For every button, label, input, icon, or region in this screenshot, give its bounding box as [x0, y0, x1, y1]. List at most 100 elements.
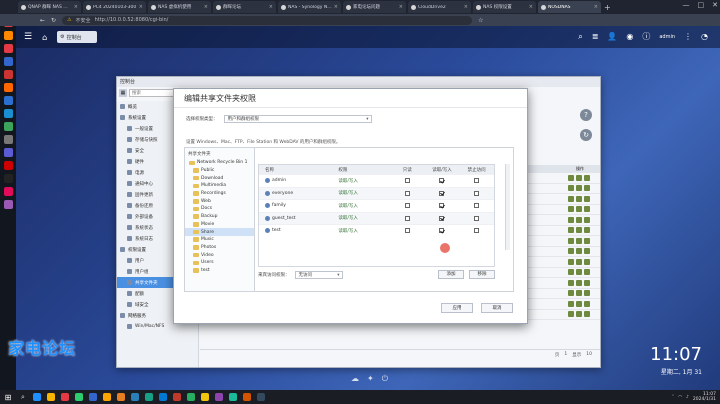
taskbar-app-icon[interactable] — [44, 390, 58, 404]
permission-icon[interactable] — [576, 216, 582, 223]
sidebar-app-icon[interactable] — [3, 161, 13, 170]
permission-icon[interactable] — [576, 227, 582, 234]
permission-row[interactable]: admin 读取/写入 — [259, 174, 494, 187]
edit-icon[interactable] — [568, 258, 574, 265]
refresh-icon[interactable] — [584, 290, 590, 297]
read-write-checkbox[interactable] — [439, 215, 445, 221]
browser-tab[interactable]: CloudDrive2 × — [408, 1, 471, 13]
more-icon[interactable]: ⋮ — [684, 32, 692, 41]
permission-icon[interactable] — [576, 279, 582, 286]
refresh-icon[interactable] — [584, 258, 590, 265]
browser-tab[interactable]: QNAP 群晖 NAS 教程 × — [18, 1, 81, 13]
tree-node[interactable]: Public — [185, 167, 254, 175]
tree-node[interactable]: Music — [185, 236, 254, 244]
browser-tab[interactable]: NAS 权限设置 × — [473, 1, 536, 13]
tree-node[interactable]: Movie — [185, 221, 254, 229]
help-icon[interactable]: ? — [580, 109, 592, 121]
read-only-checkbox[interactable] — [404, 228, 410, 234]
read-write-checkbox[interactable] — [439, 178, 445, 184]
permission-row[interactable]: guest_test 读取/写入 — [259, 211, 494, 224]
tree-node[interactable]: Users — [185, 259, 254, 267]
guest-access-select[interactable]: 无访问 ▾ — [294, 270, 343, 279]
badge-icon[interactable]: ◉ — [626, 32, 633, 41]
permission-icon[interactable] — [576, 290, 582, 297]
refresh-icon[interactable] — [584, 300, 590, 307]
edit-icon[interactable] — [568, 311, 574, 318]
edit-icon[interactable] — [568, 227, 574, 234]
refresh-icon[interactable] — [584, 185, 590, 192]
search-icon[interactable]: ⌕ — [578, 32, 582, 42]
permission-icon[interactable] — [576, 185, 582, 192]
refresh-icon[interactable] — [584, 311, 590, 318]
tree-node[interactable]: Multimedia — [185, 182, 254, 190]
taskbar-app-icon[interactable] — [184, 390, 198, 404]
permission-type-select[interactable]: 用户和群组权限 ▾ — [223, 115, 372, 123]
close-tab-icon[interactable]: × — [139, 4, 143, 10]
refresh-icon[interactable] — [584, 227, 590, 234]
info-icon[interactable]: ⓘ — [642, 31, 650, 42]
home-icon[interactable]: ⌂ — [42, 33, 47, 42]
sidebar-app-icon[interactable] — [3, 57, 13, 66]
star-icon[interactable]: ☆ — [478, 17, 483, 24]
close-tab-icon[interactable]: × — [464, 4, 468, 10]
permission-row[interactable]: test 读取/写入 — [259, 224, 494, 237]
close-tab-icon[interactable]: × — [204, 4, 208, 10]
edit-icon[interactable] — [568, 300, 574, 307]
menu-icon[interactable]: ☰ — [24, 32, 32, 42]
deny-checkbox[interactable] — [474, 228, 480, 234]
power-icon[interactable]: ⏻ — [382, 374, 388, 384]
refresh-icon[interactable] — [584, 248, 590, 255]
page-number[interactable]: 1 — [564, 352, 567, 357]
edit-icon[interactable] — [568, 206, 574, 213]
add-button[interactable]: 添加 — [438, 270, 464, 279]
sidebar-app-icon[interactable] — [3, 109, 13, 118]
deny-checkbox[interactable] — [474, 190, 480, 196]
permission-icon[interactable] — [576, 300, 582, 307]
remove-button[interactable]: 移除 — [469, 270, 495, 279]
read-only-checkbox[interactable] — [404, 178, 410, 184]
read-only-checkbox[interactable] — [404, 190, 410, 196]
grid-icon[interactable]: ▦ — [119, 89, 127, 97]
tree-node[interactable]: Recordings — [185, 190, 254, 198]
permission-row[interactable]: everyone 读取/写入 — [259, 186, 494, 199]
read-only-checkbox[interactable] — [404, 215, 410, 221]
read-write-checkbox[interactable] — [439, 190, 445, 196]
windows-start-icon[interactable]: ⊞ — [0, 390, 16, 404]
read-write-checkbox[interactable] — [439, 203, 445, 209]
url-field[interactable]: ⚠ 不安全 http://10.0.0.52:8080/cgi-bin/ — [62, 15, 473, 25]
taskbar-app-icon[interactable] — [128, 390, 142, 404]
permission-icon[interactable] — [576, 248, 582, 255]
taskbar-search-icon[interactable]: ⌕ — [16, 390, 30, 404]
edit-icon[interactable] — [568, 185, 574, 192]
edit-icon[interactable] — [568, 248, 574, 255]
taskbar-app-icon[interactable] — [156, 390, 170, 404]
close-window-button[interactable]: ✕ — [712, 1, 718, 9]
refresh-icon[interactable] — [584, 237, 590, 244]
chevron-up-icon[interactable]: ˄ — [672, 395, 674, 400]
user-name[interactable]: admin — [659, 34, 675, 40]
sidebar-app-icon[interactable] — [3, 31, 13, 40]
permission-icon[interactable] — [576, 206, 582, 213]
browser-tab[interactable]: NAS 虚拟机使用 × — [148, 1, 211, 13]
volume-icon[interactable]: ♪ — [686, 395, 689, 400]
read-write-checkbox[interactable] — [439, 228, 445, 234]
col-deny[interactable]: 禁止访问 — [459, 167, 494, 173]
sidebar-app-icon[interactable] — [3, 70, 13, 79]
new-tab-button[interactable]: + — [604, 3, 611, 12]
cancel-button[interactable]: 取消 — [481, 303, 513, 313]
deny-checkbox[interactable] — [474, 178, 480, 184]
cloud-icon[interactable]: ☁ — [351, 374, 359, 384]
browser-tab[interactable]: NOSDNAS × — [538, 1, 601, 13]
close-tab-icon[interactable]: × — [269, 4, 273, 10]
deny-checkbox[interactable] — [474, 203, 480, 209]
taskbar-app-icon[interactable] — [198, 390, 212, 404]
permission-icon[interactable] — [576, 311, 582, 318]
reload-icon[interactable]: ↻ — [51, 17, 56, 24]
tools-icon[interactable]: ✦ — [367, 374, 374, 384]
permission-icon[interactable] — [576, 237, 582, 244]
sidebar-app-icon[interactable] — [3, 96, 13, 105]
sidebar-app-icon[interactable] — [3, 83, 13, 92]
taskbar-app-icon[interactable] — [212, 390, 226, 404]
refresh-icon[interactable]: ↻ — [580, 129, 592, 141]
app-tab-control-panel[interactable]: ⚙ 控制台 — [57, 31, 98, 43]
